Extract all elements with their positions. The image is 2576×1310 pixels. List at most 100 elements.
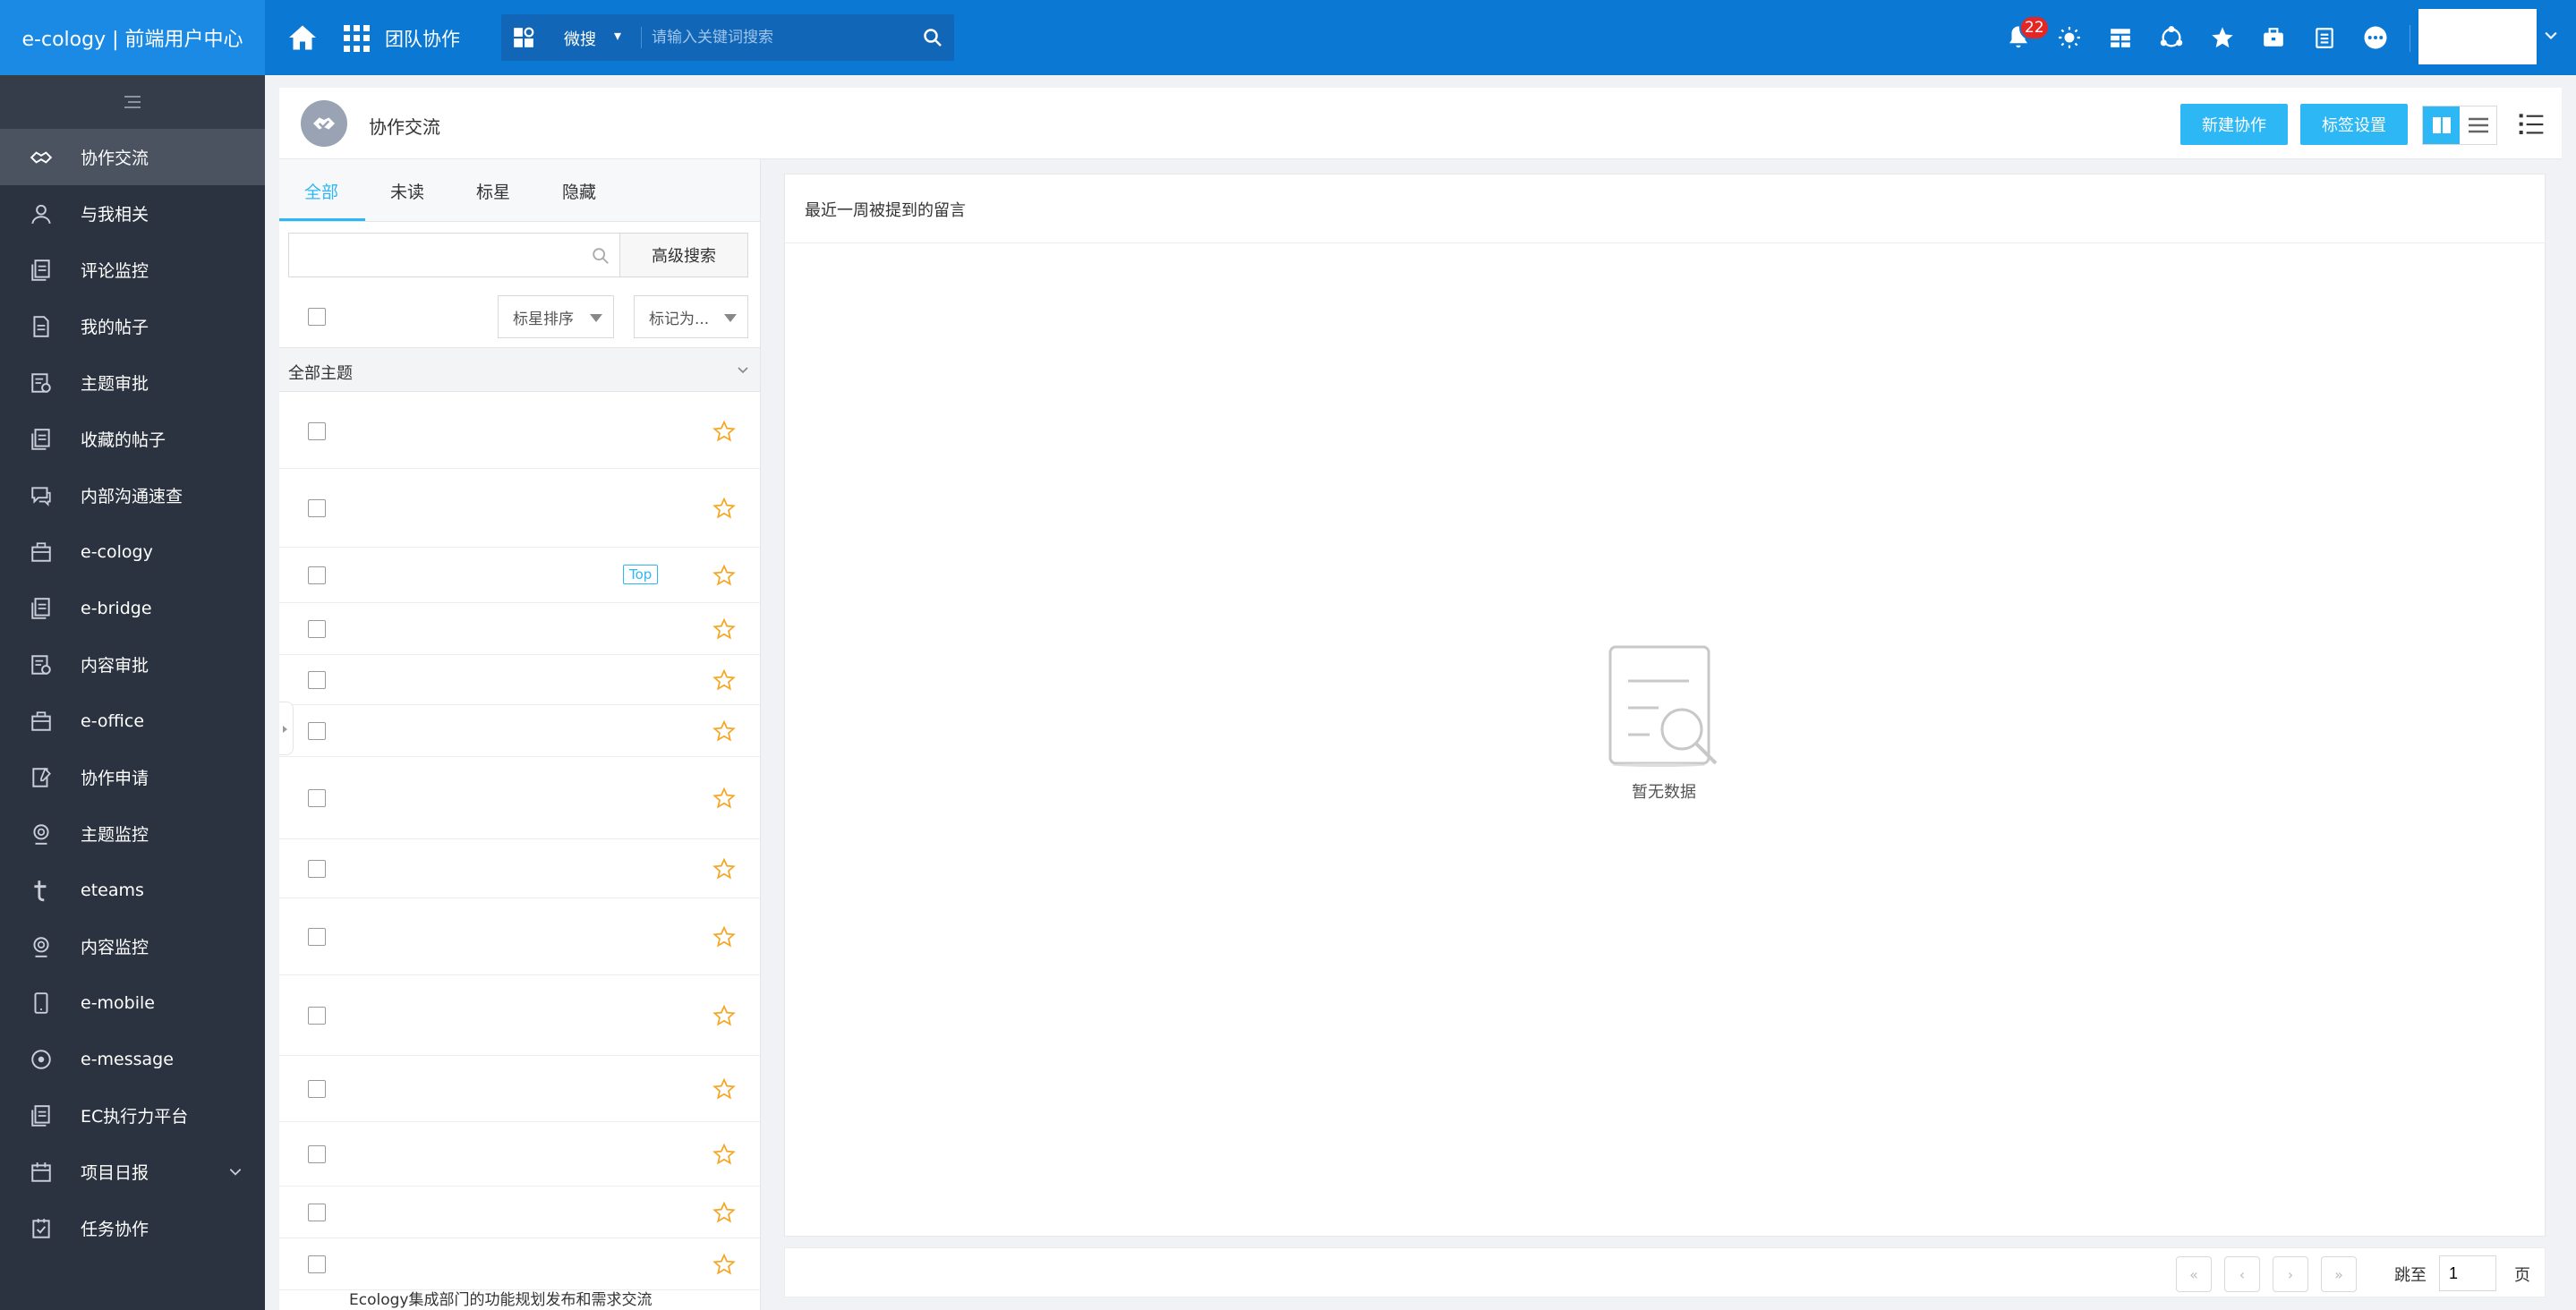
- module-switch-icon[interactable]: [512, 26, 535, 49]
- sidebar-item[interactable]: e-bridge: [0, 580, 265, 636]
- row-checkbox[interactable]: [308, 1007, 326, 1025]
- first-page-button[interactable]: «: [2176, 1256, 2212, 1292]
- star-icon[interactable]: [712, 420, 736, 443]
- user-avatar-box[interactable]: [2418, 9, 2537, 64]
- sidebar-item[interactable]: 内部沟通速查: [0, 467, 265, 523]
- sidebar-item[interactable]: e-office: [0, 693, 265, 749]
- new-collab-button[interactable]: 新建协作: [2180, 104, 2288, 145]
- list-item[interactable]: [279, 603, 760, 655]
- more-menu-icon[interactable]: [2517, 109, 2546, 138]
- sidebar-item[interactable]: EC执行力平台: [0, 1087, 265, 1144]
- list-item[interactable]: [279, 1187, 760, 1238]
- sidebar-item[interactable]: e-message: [0, 1031, 265, 1087]
- star-icon[interactable]: [712, 857, 736, 880]
- star-icon[interactable]: [712, 925, 736, 948]
- clipboard-icon[interactable]: [2307, 21, 2341, 55]
- tab-all[interactable]: 全部: [304, 179, 338, 203]
- row-checkbox[interactable]: [308, 789, 326, 807]
- list-item[interactable]: [279, 705, 760, 757]
- row-checkbox[interactable]: [308, 1204, 326, 1221]
- sidebar-item[interactable]: 协作交流: [0, 129, 265, 185]
- search-icon[interactable]: [591, 246, 610, 266]
- row-checkbox[interactable]: [308, 928, 326, 946]
- row-checkbox[interactable]: [308, 722, 326, 740]
- sidebar-item[interactable]: 协作申请: [0, 749, 265, 805]
- sidebar-item[interactable]: eteams: [0, 862, 265, 918]
- list-item[interactable]: [279, 655, 760, 705]
- sidebar-item[interactable]: 任务协作: [0, 1200, 265, 1256]
- star-icon[interactable]: [712, 1201, 736, 1224]
- select-all-checkbox[interactable]: [308, 308, 326, 326]
- star-icon[interactable]: [712, 497, 736, 520]
- tab-starred[interactable]: 标星: [476, 179, 510, 203]
- list-item[interactable]: [279, 975, 760, 1056]
- tab-unread[interactable]: 未读: [390, 179, 424, 203]
- row-checkbox[interactable]: [308, 860, 326, 878]
- chevron-down-icon[interactable]: [227, 1163, 243, 1179]
- bell-icon[interactable]: 22: [2001, 15, 2050, 55]
- star-icon[interactable]: [712, 1004, 736, 1027]
- grid-icon[interactable]: [2103, 21, 2137, 55]
- sidebar-item[interactable]: 评论监控: [0, 242, 265, 298]
- list-search-input[interactable]: [289, 234, 619, 276]
- list-item[interactable]: [279, 839, 760, 898]
- team-collab-menu[interactable]: 团队协作: [385, 25, 460, 52]
- topic-title[interactable]: Ecology集成部门的功能规划发布和需求交流: [349, 1287, 652, 1309]
- sidebar-item[interactable]: 我的帖子: [0, 298, 265, 354]
- list-view-icon[interactable]: [2460, 106, 2496, 144]
- apps-grid-icon[interactable]: [344, 25, 371, 52]
- row-checkbox[interactable]: [308, 499, 326, 517]
- list-item[interactable]: [279, 1238, 760, 1290]
- list-item[interactable]: [279, 1056, 760, 1122]
- list-item[interactable]: [279, 898, 760, 975]
- advanced-search-button[interactable]: 高级搜索: [619, 233, 748, 277]
- mark-as-select[interactable]: 标记为...: [634, 295, 748, 338]
- sidebar-item[interactable]: e-cology: [0, 523, 265, 580]
- star-icon[interactable]: [712, 1143, 736, 1166]
- tab-hidden[interactable]: 隐藏: [562, 179, 596, 203]
- sidebar-item[interactable]: 主题审批: [0, 354, 265, 411]
- list-item[interactable]: [279, 1122, 760, 1187]
- split-view-icon[interactable]: [2423, 106, 2460, 144]
- bulb-icon[interactable]: [2052, 21, 2086, 55]
- home-icon[interactable]: [286, 21, 319, 54]
- page-number-input[interactable]: [2439, 1255, 2496, 1291]
- star-sort-select[interactable]: 标星排序: [498, 295, 614, 338]
- star-icon[interactable]: [712, 787, 736, 810]
- chevron-down-icon[interactable]: ▾: [614, 27, 621, 44]
- row-checkbox[interactable]: [308, 1145, 326, 1163]
- sidebar-item[interactable]: 与我相关: [0, 185, 265, 242]
- topic-group-header[interactable]: 全部主题: [279, 347, 760, 392]
- last-page-button[interactable]: »: [2321, 1256, 2357, 1292]
- search-input[interactable]: [652, 23, 911, 52]
- star-icon[interactable]: [712, 1253, 736, 1276]
- sidebar-item[interactable]: 收藏的帖子: [0, 411, 265, 467]
- list-item[interactable]: [279, 394, 760, 469]
- star-icon[interactable]: [2205, 21, 2239, 55]
- sidebar-collapse-button[interactable]: [0, 75, 265, 129]
- list-item[interactable]: Top: [279, 548, 760, 603]
- list-item[interactable]: [279, 757, 760, 839]
- circle-nodes-icon[interactable]: [2154, 21, 2188, 55]
- briefcase-icon[interactable]: [2256, 21, 2290, 55]
- list-item[interactable]: [279, 469, 760, 548]
- brand-title[interactable]: e-cology | 前端用户中心: [0, 0, 265, 75]
- row-checkbox[interactable]: [308, 620, 326, 638]
- row-checkbox[interactable]: [308, 566, 326, 584]
- more-icon[interactable]: [2358, 21, 2393, 55]
- row-checkbox[interactable]: [308, 1080, 326, 1098]
- sidebar-item[interactable]: 主题监控: [0, 805, 265, 862]
- tag-settings-button[interactable]: 标签设置: [2300, 104, 2408, 145]
- star-icon[interactable]: [712, 1077, 736, 1101]
- prev-page-button[interactable]: ‹: [2224, 1256, 2260, 1292]
- row-checkbox[interactable]: [308, 1255, 326, 1273]
- chevron-down-icon[interactable]: [736, 362, 750, 377]
- row-checkbox[interactable]: [308, 671, 326, 689]
- star-icon[interactable]: [712, 617, 736, 641]
- search-scope-select[interactable]: 微搜: [564, 27, 596, 50]
- next-page-button[interactable]: ›: [2273, 1256, 2308, 1292]
- row-checkbox[interactable]: [308, 422, 326, 440]
- sidebar-item[interactable]: 内容审批: [0, 636, 265, 693]
- sidebar-item[interactable]: e-mobile: [0, 974, 265, 1031]
- search-icon[interactable]: [922, 27, 943, 48]
